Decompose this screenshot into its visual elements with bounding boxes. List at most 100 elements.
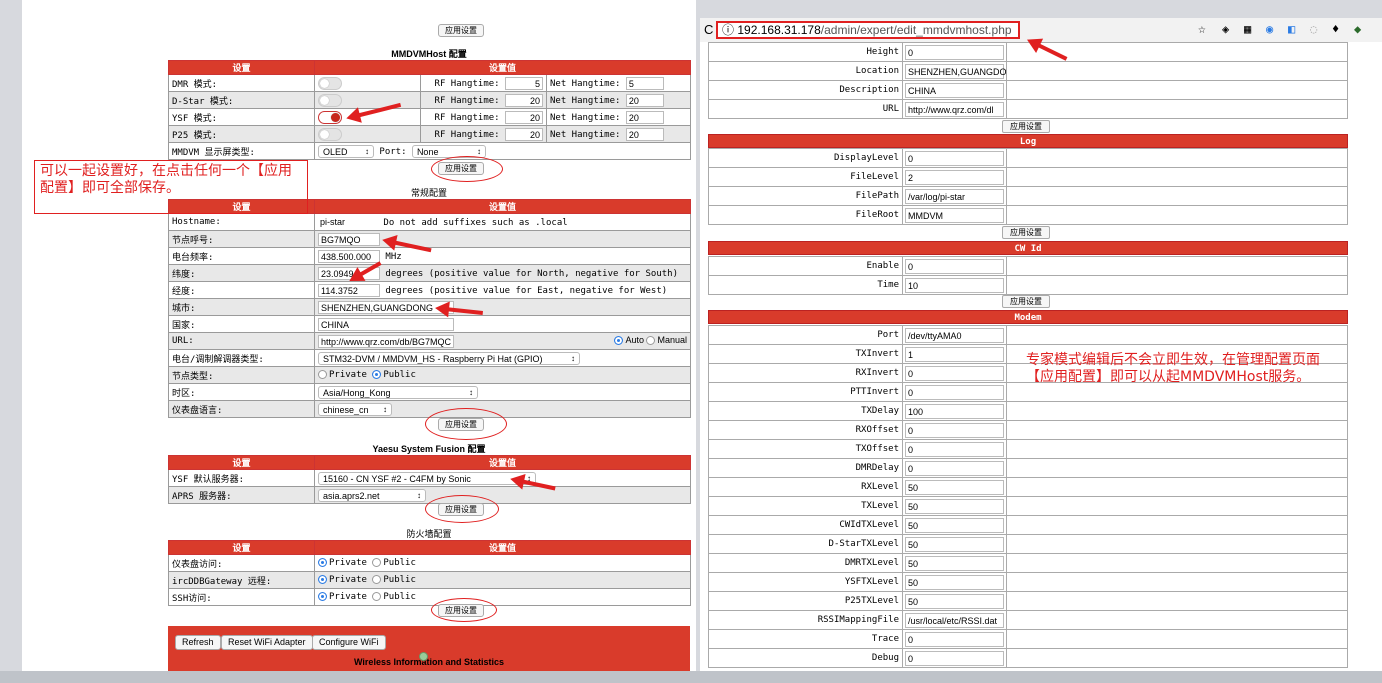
extension-icon[interactable]: ◉ — [1266, 22, 1273, 36]
timezone-select[interactable]: Asia/Hong_Kong — [318, 385, 478, 399]
apply-button-cwid[interactable]: 应用设置 — [1002, 295, 1050, 308]
left-note-text: 可以一起设置好，在点击任何一个【应用配置】即可全部保存。 — [40, 163, 292, 196]
url-key: URL — [708, 99, 903, 119]
modem-value[interactable]: 0 — [905, 384, 1004, 400]
fileroot-value[interactable]: MMDVM — [905, 207, 1004, 223]
latitude-note: degrees (positive value for North, negat… — [385, 268, 679, 279]
ysf-mode-label: YSF 模式: — [168, 108, 315, 126]
dstar-toggle[interactable] — [318, 93, 342, 107]
net-hangtime-input[interactable]: 20 — [625, 127, 664, 141]
modem-value[interactable]: 0 — [905, 650, 1004, 666]
modem-key: RSSIMappingFile — [708, 610, 903, 630]
aprs-server-select[interactable]: asia.aprs2.net — [318, 488, 426, 502]
dmr-toggle[interactable] — [318, 76, 342, 90]
modem-value[interactable]: 50 — [905, 517, 1004, 533]
modem-value[interactable]: 0 — [905, 422, 1004, 438]
country-input[interactable]: CHINA — [318, 317, 454, 331]
description-value[interactable]: CHINA — [905, 82, 1004, 98]
modem-value[interactable]: 1 — [905, 346, 1004, 362]
net-hangtime-input[interactable]: 20 — [625, 93, 664, 107]
rf-hangtime-input[interactable]: 5 — [505, 76, 543, 90]
modem-value[interactable]: 50 — [905, 479, 1004, 495]
frequency-input[interactable]: 438.500.000 — [318, 249, 380, 263]
port-label: Port: — [379, 146, 407, 157]
displaylevel-value[interactable]: 0 — [905, 150, 1004, 166]
rf-hangtime-label: RF Hangtime: — [434, 129, 500, 140]
apply-button-general[interactable]: 应用设置 — [1002, 120, 1050, 133]
private-label: Private — [329, 592, 367, 602]
node-private-radio[interactable] — [318, 370, 327, 379]
modem-value[interactable]: 50 — [905, 593, 1004, 609]
apply-button-log[interactable]: 应用设置 — [1002, 226, 1050, 239]
modem-key: YSFTXLevel — [708, 572, 903, 592]
height-value[interactable]: 0 — [905, 44, 1004, 60]
location-value[interactable]: SHENZHEN,GUANGDO — [905, 63, 1006, 79]
rf-hangtime-label: RF Hangtime: — [434, 112, 500, 123]
reload-icon[interactable]: C — [704, 22, 713, 37]
apply-highlight-oval — [425, 408, 507, 440]
rf-hangtime-input[interactable]: 20 — [505, 127, 543, 141]
net-hangtime-input[interactable]: 5 — [625, 76, 664, 90]
extension-icon[interactable]: ◈ — [1222, 22, 1229, 36]
extension-icon[interactable]: ◆ — [1354, 22, 1361, 36]
url-auto-radio[interactable] — [614, 335, 624, 345]
modem-value[interactable]: 0 — [905, 460, 1004, 476]
modem-value[interactable]: 50 — [905, 555, 1004, 571]
modem-value[interactable]: 0 — [905, 365, 1004, 381]
p25-mode-label: P25 模式: — [168, 125, 315, 143]
refresh-button[interactable]: Refresh — [175, 635, 221, 650]
private-label: Private — [329, 575, 367, 585]
modem-value[interactable]: 0 — [905, 441, 1004, 457]
modem-type-select[interactable]: STM32-DVM / MMDVM_HS - Raspberry Pi Hat … — [318, 351, 580, 365]
rf-hangtime-input[interactable]: 20 — [505, 110, 543, 124]
enable-value[interactable]: 0 — [905, 258, 1004, 274]
rf-hangtime-input[interactable]: 20 — [505, 93, 543, 107]
ysf-server-select[interactable]: 15160 - CN YSF #2 - C4FM by Sonic — [318, 471, 536, 485]
public-radio[interactable] — [372, 575, 382, 584]
info-icon[interactable]: ⓘ — [722, 23, 734, 37]
modem-value[interactable]: 50 — [905, 536, 1004, 552]
modem-value[interactable]: /usr/local/etc/RSSI.dat — [905, 612, 1004, 628]
filepath-value[interactable]: /var/log/pi-star — [905, 188, 1004, 204]
bookmark-star-icon[interactable]: ☆ — [1198, 22, 1206, 37]
modem-value[interactable]: 100 — [905, 403, 1004, 419]
private-radio[interactable] — [318, 592, 327, 601]
apply-button-top[interactable]: 应用设置 — [438, 24, 484, 37]
apply-highlight-oval — [425, 495, 499, 523]
extension-icon[interactable]: ◌ — [1310, 22, 1317, 36]
url-input[interactable]: http://www.qrz.com/db/BG7MQC — [318, 334, 454, 348]
city-label: 城市: — [168, 298, 315, 316]
display-type-select[interactable]: OLED — [318, 144, 374, 158]
ysf-toggle[interactable] — [318, 110, 342, 124]
url-value[interactable]: http://www.qrz.com/dl — [905, 101, 1004, 117]
hostname-input[interactable]: pi-star — [318, 216, 378, 229]
time-value[interactable]: 10 — [905, 277, 1004, 293]
extension-icon[interactable]: ♦ — [1332, 22, 1339, 36]
address-bar[interactable]: ⓘ 192.168.31.178/admin/expert/edit_mmdvm… — [716, 21, 1020, 39]
reset-wifi-button[interactable]: Reset WiFi Adapter — [221, 635, 313, 650]
node-public-radio[interactable] — [372, 370, 382, 379]
modem-key: DMRDelay — [708, 458, 903, 478]
private-label: Private — [329, 558, 367, 568]
modem-value[interactable]: 50 — [905, 574, 1004, 590]
country-label: 国家: — [168, 315, 315, 333]
modem-value[interactable]: 50 — [905, 498, 1004, 514]
filelevel-value[interactable]: 2 — [905, 169, 1004, 185]
public-radio[interactable] — [372, 592, 382, 601]
modem-value[interactable]: 0 — [905, 631, 1004, 647]
col-setting: 设置 — [168, 60, 315, 75]
private-radio[interactable] — [318, 558, 327, 567]
private-radio[interactable] — [318, 575, 327, 584]
qr-icon[interactable]: ▦ — [1244, 22, 1251, 36]
extension-icon[interactable]: ◧ — [1288, 22, 1295, 36]
modem-value[interactable]: /dev/ttyAMA0 — [905, 327, 1004, 343]
timezone-label: 时区: — [168, 383, 315, 401]
url-manual-radio[interactable] — [646, 335, 656, 345]
language-select[interactable]: chinese_cn — [318, 402, 392, 416]
net-hangtime-input[interactable]: 20 — [625, 110, 664, 124]
configure-wifi-button[interactable]: Configure WiFi — [312, 635, 386, 650]
longitude-input[interactable]: 114.3752 — [318, 283, 380, 297]
p25-toggle[interactable] — [318, 127, 342, 141]
public-radio[interactable] — [372, 558, 382, 567]
callsign-input[interactable]: BG7MQO — [318, 232, 380, 246]
